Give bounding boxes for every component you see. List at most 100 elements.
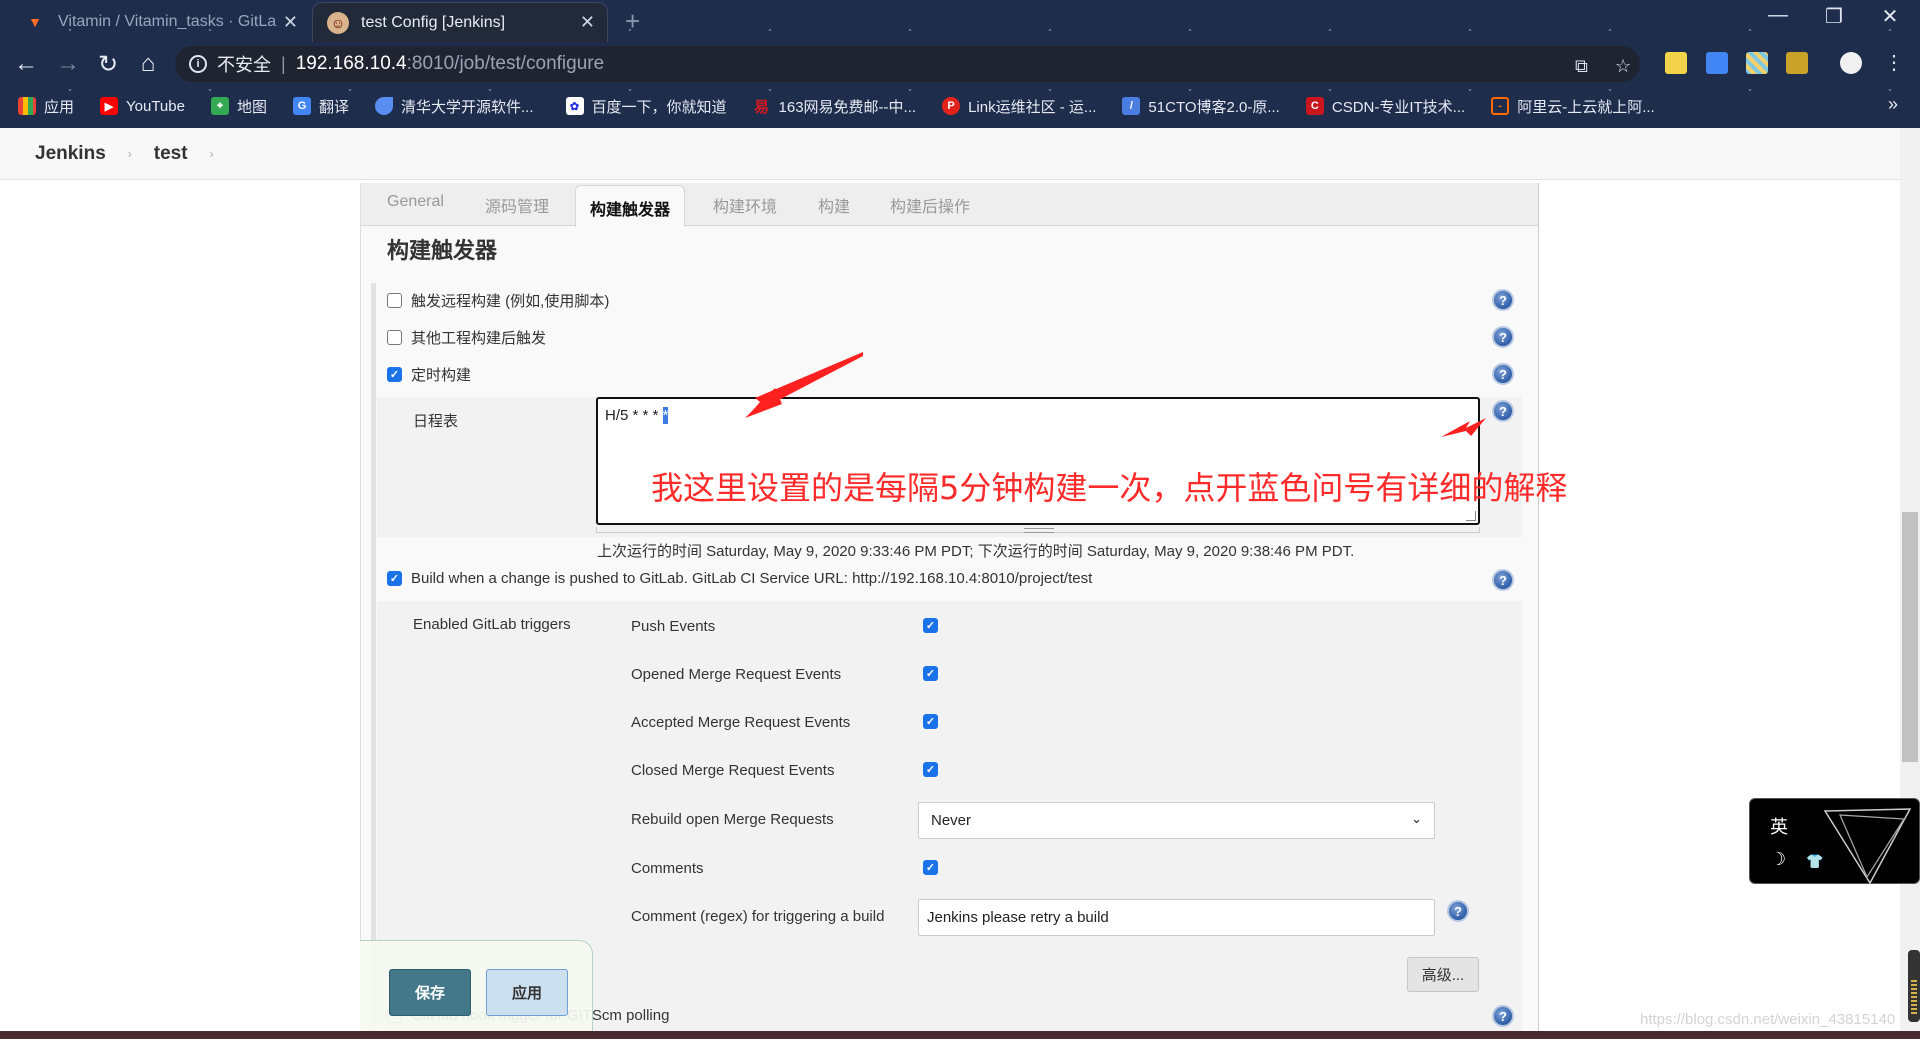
home-button[interactable]: ⌂: [132, 50, 164, 78]
browser-tab-gitlab[interactable]: ▼ Vitamin / Vitamin_tasks · GitLa ✕: [10, 2, 310, 42]
rebuild-mr-select[interactable]: Never ⌄: [918, 802, 1435, 839]
accepted-mr-checkbox[interactable]: ✓: [923, 714, 938, 729]
config-tabs: General 源码管理 构建触发器 构建环境 构建 构建后操作: [361, 183, 1538, 227]
rebuild-mr-value: Never: [931, 812, 972, 829]
aliyun-icon: -: [1491, 97, 1510, 115]
help-icon[interactable]: ?: [1492, 1005, 1514, 1027]
back-button[interactable]: ←: [10, 50, 42, 78]
tab-build-triggers[interactable]: 构建触发器: [575, 185, 686, 227]
tab-build[interactable]: 构建: [818, 193, 850, 217]
new-tab-button[interactable]: +: [625, 6, 640, 37]
schedule-label: 日程表: [413, 413, 459, 430]
restore-button[interactable]: ❐: [1814, 4, 1854, 29]
extension-translate-icon[interactable]: [1706, 52, 1728, 74]
save-button[interactable]: 保存: [389, 969, 471, 1016]
forward-button[interactable]: →: [52, 50, 84, 78]
main-content: General 源码管理 构建触发器 构建环境 构建 构建后操作 构建触发器 触…: [0, 180, 1900, 1039]
close-window-button[interactable]: ✕: [1870, 4, 1910, 29]
bookmark-apps[interactable]: 应用: [18, 96, 74, 117]
moon-icon[interactable]: ☽: [1770, 849, 1786, 870]
rebuild-mr-label: Rebuild open Merge Requests: [631, 811, 834, 828]
push-events-checkbox[interactable]: ✓: [923, 618, 938, 633]
extension-mask-icon[interactable]: [1786, 52, 1808, 74]
extension-grid-icon[interactable]: [1746, 52, 1768, 74]
bookmark-star-icon[interactable]: ☆: [1615, 56, 1631, 77]
help-icon[interactable]: ?: [1447, 900, 1469, 922]
minimize-button[interactable]: —: [1758, 4, 1798, 27]
resize-grip-icon[interactable]: [1466, 511, 1476, 521]
translate-page-icon[interactable]: ⧉: [1575, 56, 1588, 77]
opened-mr-checkbox[interactable]: ✓: [923, 666, 938, 681]
bookmark-youtube[interactable]: ▶ YouTube: [100, 97, 185, 115]
bookmark-baidu[interactable]: ✿ 百度一下，你就知道: [565, 96, 727, 117]
help-icon[interactable]: ?: [1492, 569, 1514, 591]
bookmark-51cto[interactable]: /51CTO博客2.0-原...: [1122, 96, 1280, 117]
triangle-logo-icon: [1823, 808, 1912, 885]
bookmarks-more-button[interactable]: »: [1888, 94, 1898, 115]
breadcrumb-jenkins[interactable]: Jenkins: [35, 143, 106, 165]
taskbar: [0, 1031, 1920, 1039]
tab-build-env[interactable]: 构建环境: [713, 193, 777, 217]
breadcrumb-separator-icon[interactable]: ›: [128, 147, 132, 161]
breadcrumb-test[interactable]: test: [154, 143, 188, 165]
comment-regex-input[interactable]: Jenkins please retry a build: [918, 899, 1435, 936]
bookmark-csdn[interactable]: C CSDN-专业IT技术...: [1305, 96, 1465, 117]
shirt-icon[interactable]: 👕: [1806, 853, 1823, 870]
bookmark-tuna[interactable]: 清华大学开源软件...: [375, 96, 534, 117]
bookmark-163[interactable]: 易 163网易免费邮--中...: [753, 96, 916, 117]
bookmark-maps[interactable]: ⌖ 地图: [210, 96, 267, 117]
bookmark-link[interactable]: P Link运维社区 - 运...: [942, 96, 1096, 117]
ime-widget[interactable]: 英 ☽ 👕: [1749, 798, 1920, 885]
trigger-remote-label: 触发远程构建 (例如,使用脚本): [411, 293, 610, 310]
address-bar[interactable]: i 不安全 | 192.168.10.4 :8010/job/test/conf…: [175, 46, 1640, 82]
translate-icon: G: [292, 97, 311, 115]
scrollbar-thumb[interactable]: [1902, 512, 1918, 762]
tab-general[interactable]: General: [387, 193, 444, 211]
help-icon[interactable]: ?: [1492, 289, 1514, 311]
jenkins-icon: ☺: [327, 11, 349, 34]
tab-strip: ▼ Vitamin / Vitamin_tasks · GitLa ✕ ☺ te…: [0, 0, 1920, 42]
close-tab-icon[interactable]: ✕: [283, 12, 298, 33]
menu-kebab-icon[interactable]: ⋮: [1874, 50, 1914, 75]
help-icon[interactable]: ?: [1492, 400, 1514, 422]
closed-mr-label: Closed Merge Request Events: [631, 762, 835, 779]
comments-checkbox[interactable]: ✓: [923, 860, 938, 875]
config-panel: General 源码管理 构建触发器 构建环境 构建 构建后操作 构建触发器 触…: [360, 183, 1567, 1039]
reload-button[interactable]: ↻: [92, 50, 124, 79]
info-icon[interactable]: i: [189, 55, 207, 73]
breadcrumb: Jenkins › test ›: [0, 128, 1900, 180]
profile-avatar-icon[interactable]: [1840, 52, 1862, 74]
bookmark-translate[interactable]: G 翻译: [292, 96, 349, 117]
closed-mr-checkbox[interactable]: ✓: [923, 762, 938, 777]
trigger-remote-row[interactable]: 触发远程构建 (例如,使用脚本): [387, 290, 609, 311]
tab-scm[interactable]: 源码管理: [485, 193, 549, 217]
trigger-upstream-checkbox[interactable]: [387, 330, 402, 345]
breadcrumb-separator-icon[interactable]: ›: [210, 147, 214, 161]
annotation-text: 我这里设置的是每隔5分钟构建一次，点开蓝色问号有详细的解释: [651, 469, 1568, 507]
browser-toolbar: ← → ↻ ⌂ i 不安全 | 192.168.10.4 :8010/job/t…: [0, 42, 1920, 86]
apply-button[interactable]: 应用: [486, 969, 568, 1016]
ime-language[interactable]: 英: [1770, 813, 1788, 839]
trigger-upstream-row[interactable]: 其他工程构建后触发: [387, 327, 546, 348]
gitlab-trigger-label: Build when a change is pushed to GitLab.…: [411, 570, 1093, 587]
help-icon[interactable]: ?: [1492, 326, 1514, 348]
trigger-periodic-checkbox[interactable]: ✓: [387, 367, 402, 382]
trigger-remote-checkbox[interactable]: [387, 293, 402, 308]
gitlab-trigger-row[interactable]: ✓ Build when a change is pushed to GitLa…: [387, 570, 1092, 587]
browser-tab-jenkins[interactable]: ☺ test Config [Jenkins] ✕: [312, 2, 608, 42]
textarea-resizer[interactable]: [596, 527, 1480, 533]
trigger-periodic-label: 定时构建: [411, 367, 472, 384]
security-label: 不安全: [217, 55, 271, 75]
gitlab-trigger-checkbox[interactable]: ✓: [387, 571, 402, 586]
extension-smiley-icon[interactable]: [1665, 52, 1687, 74]
bookmark-aliyun[interactable]: - 阿里云-上云就上阿...: [1491, 96, 1655, 117]
close-tab-icon[interactable]: ✕: [580, 12, 595, 33]
tab-post-build[interactable]: 构建后操作: [890, 193, 970, 217]
section-title: 构建触发器: [387, 238, 498, 263]
trigger-periodic-row[interactable]: ✓ 定时构建: [387, 364, 471, 385]
netease-icon: 易: [754, 98, 770, 116]
page-scrollbar[interactable]: [1900, 128, 1920, 1039]
advanced-button[interactable]: 高级...: [1407, 957, 1479, 992]
schedule-selection: *: [662, 407, 669, 424]
help-icon[interactable]: ?: [1492, 363, 1514, 385]
